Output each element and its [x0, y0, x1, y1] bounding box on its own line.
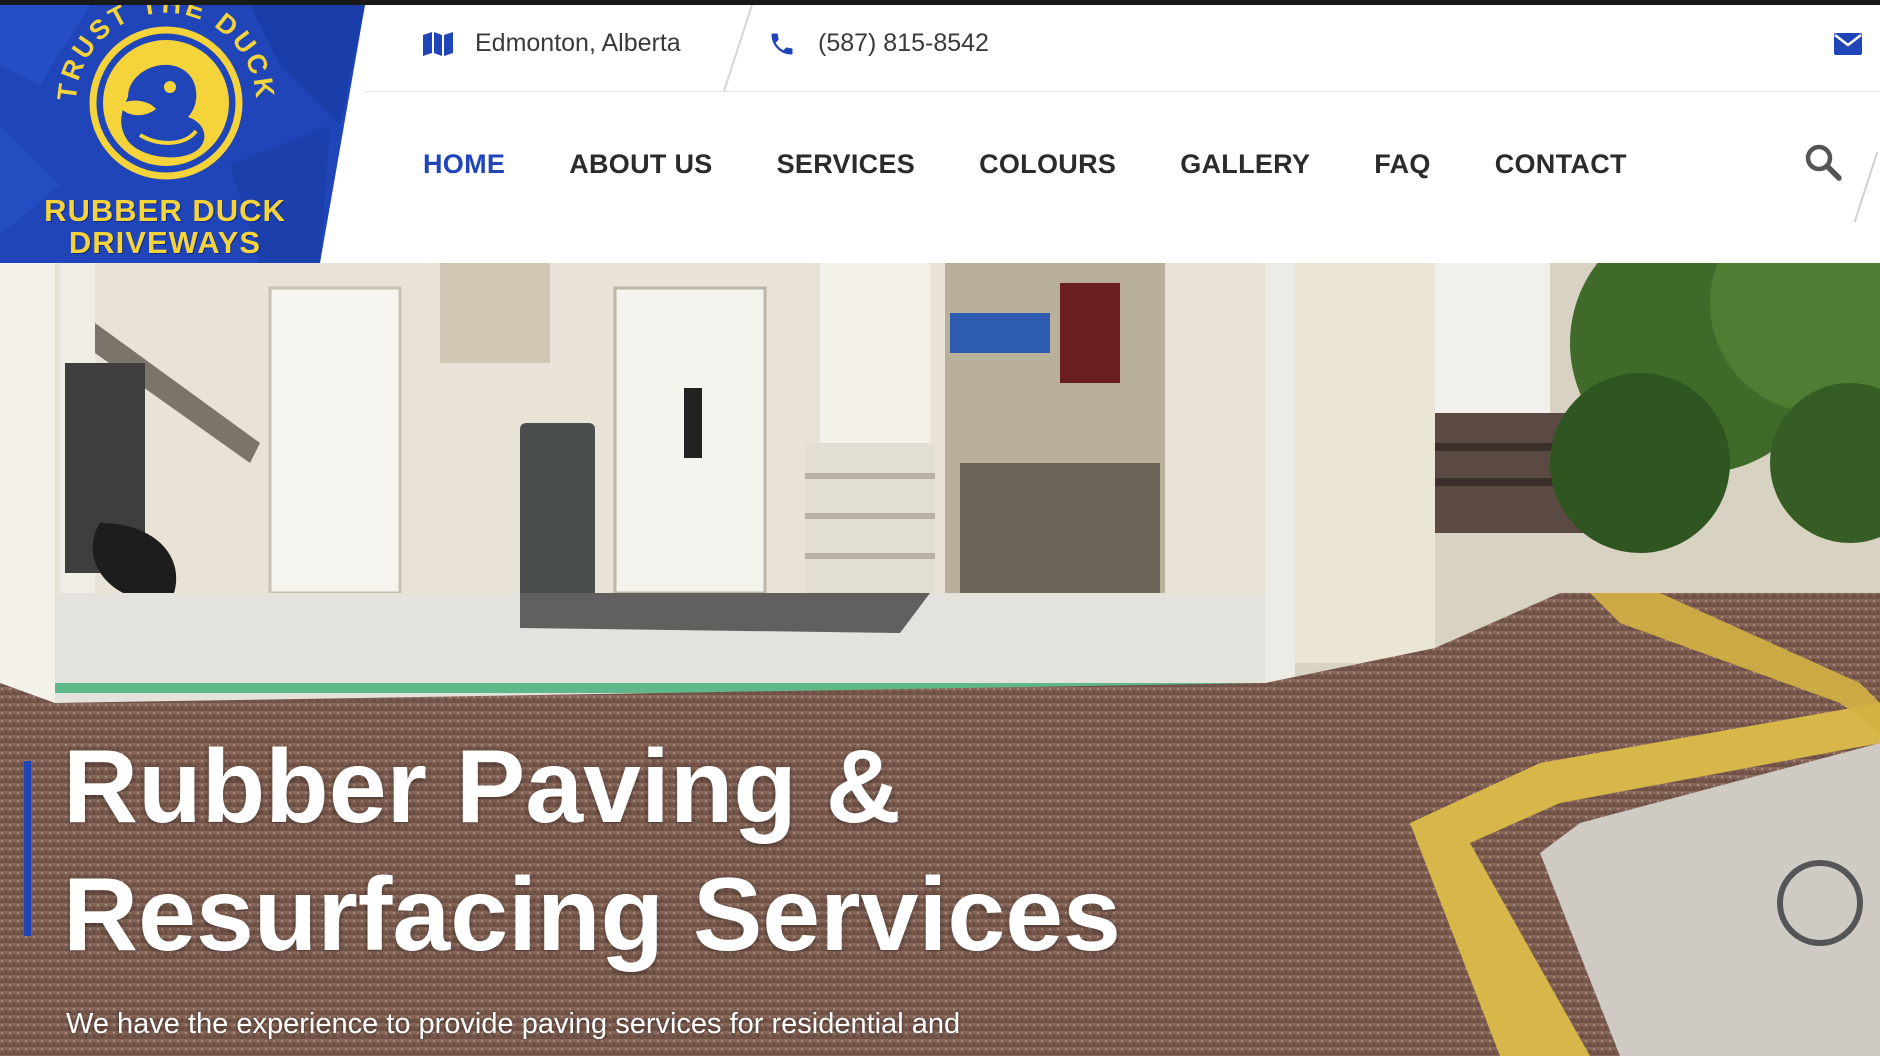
main-navigation: HOME ABOUT US SERVICES COLOURS GALLERY F…: [365, 92, 1880, 262]
location-info: Edmonton, Alberta: [423, 29, 681, 58]
nav-item-colours[interactable]: COLOURS: [979, 149, 1116, 180]
top-info-bar: Edmonton, Alberta (587) 815-8542: [365, 5, 1880, 92]
nav-item-contact[interactable]: CONTACT: [1495, 149, 1627, 180]
nav-menu: HOME ABOUT US SERVICES COLOURS GALLERY F…: [423, 149, 1691, 180]
hero-banner: Rubber Paving & Resurfacing Services We …: [0, 263, 1880, 1056]
location-text: Edmonton, Alberta: [475, 29, 681, 57]
nav-item-faq[interactable]: FAQ: [1374, 149, 1430, 180]
hero-title: Rubber Paving & Resurfacing Services: [63, 723, 1121, 979]
hero-accent-bar: [24, 761, 31, 936]
nav-item-services[interactable]: SERVICES: [777, 149, 915, 180]
email-link[interactable]: [1834, 33, 1862, 60]
hero-title-line1: Rubber Paving &: [63, 729, 901, 845]
nav-divider: [1853, 152, 1879, 222]
phone-icon: [771, 33, 793, 54]
map-icon: [423, 31, 453, 56]
hero-title-line2: Resurfacing Services: [63, 857, 1121, 973]
rubber-duck-driveways-logo[interactable]: TRUST THE DUCK RUBBER DUCK DRIVEWAYS: [0, 5, 365, 263]
divider: [723, 5, 753, 91]
phone-number[interactable]: (587) 815-8542: [818, 29, 989, 58]
phone-info[interactable]: (587) 815-8542: [768, 29, 989, 58]
nav-item-about-us[interactable]: ABOUT US: [569, 149, 712, 180]
search-button[interactable]: [1803, 142, 1843, 187]
search-icon: [1805, 144, 1842, 181]
nav-item-gallery[interactable]: GALLERY: [1180, 149, 1310, 180]
logo-name-line1: RUBBER DUCK: [44, 193, 286, 228]
logo-name-line2: DRIVEWAYS: [68, 225, 262, 260]
hero-subtitle: We have the experience to provide paving…: [66, 1008, 961, 1040]
envelope-icon: [1834, 33, 1862, 55]
nav-item-home[interactable]: HOME: [423, 149, 505, 180]
